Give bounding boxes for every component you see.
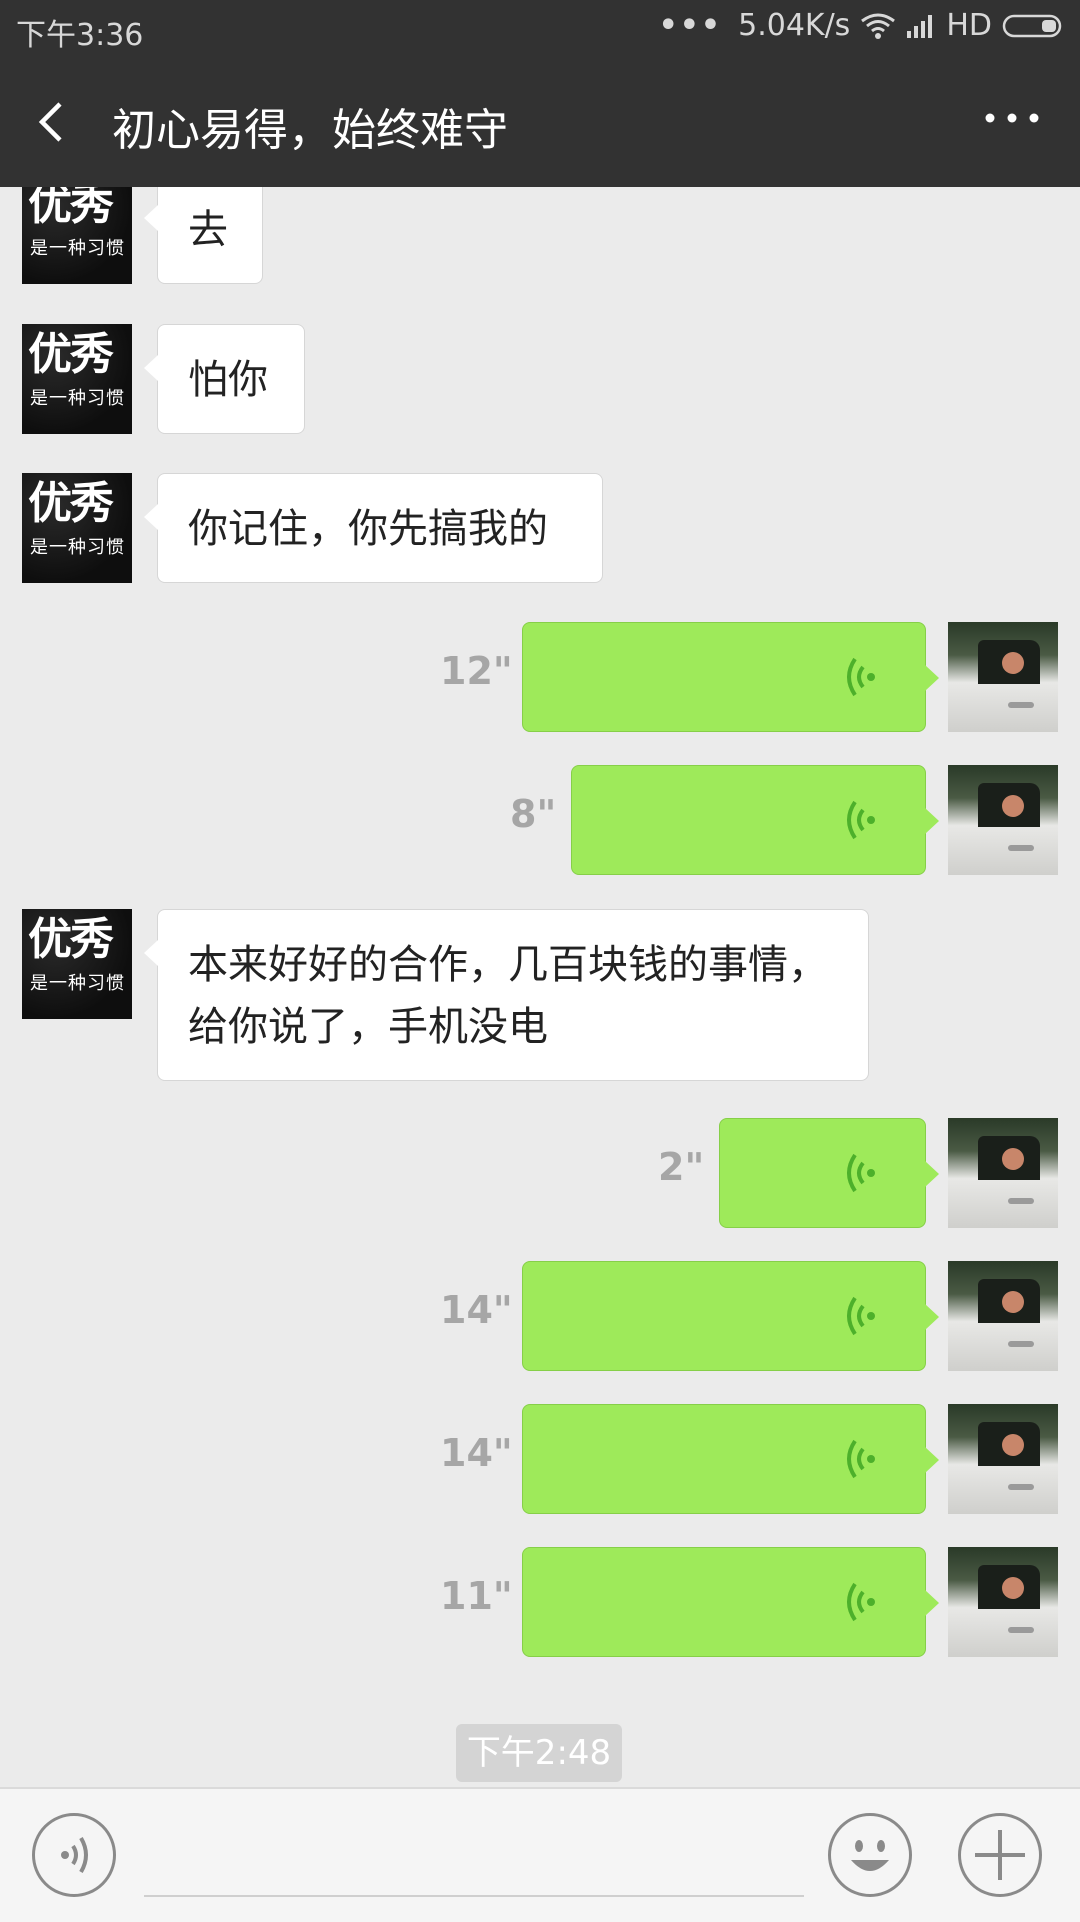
avatar-door-handle: [1008, 845, 1034, 851]
message-list[interactable]: 优秀 是一种习惯 去 优秀 是一种习惯 怕你 优秀 是一种习惯 你记住，你先搞我…: [0, 187, 1080, 1787]
voice-message[interactable]: [522, 622, 939, 732]
status-right: ••• 5.04K/s HD: [659, 8, 1066, 43]
received-message[interactable]: 你记住，你先搞我的: [144, 473, 603, 583]
voice-message[interactable]: [719, 1118, 939, 1228]
avatar-door-handle: [1008, 1627, 1034, 1633]
contact-avatar[interactable]: 优秀 是一种习惯: [22, 473, 132, 583]
contact-avatar[interactable]: 优秀 是一种习惯: [22, 187, 132, 284]
voice-duration: 14": [440, 1288, 513, 1332]
received-message[interactable]: 去: [144, 187, 263, 284]
emoji-icon: [851, 1840, 889, 1871]
avatar-text-sub: 是一种习惯: [30, 537, 125, 558]
avatar-text-main: 优秀: [28, 478, 114, 529]
network-type: HD: [946, 8, 992, 43]
avatar-person: [1002, 795, 1024, 817]
signal-icon: [907, 14, 933, 38]
input-underline: [144, 1895, 804, 1897]
avatar-text-main: 优秀: [28, 914, 114, 965]
voice-wave-icon: [847, 1439, 875, 1479]
received-message[interactable]: 怕你: [144, 324, 305, 434]
user-avatar[interactable]: [948, 1547, 1058, 1657]
user-avatar[interactable]: [948, 765, 1058, 875]
user-avatar[interactable]: [948, 622, 1058, 732]
avatar-door-handle: [1008, 702, 1034, 708]
plus-icon: [975, 1830, 1025, 1880]
voice-wave-icon: [847, 800, 875, 840]
avatar-person: [1002, 1577, 1024, 1599]
message-timestamp: 下午2:48: [456, 1724, 622, 1782]
voice-duration: 14": [440, 1431, 513, 1475]
emoji-button[interactable]: [828, 1813, 912, 1897]
avatar-door-handle: [1008, 1484, 1034, 1490]
voice-message[interactable]: [522, 1404, 939, 1514]
avatar-text-sub: 是一种习惯: [30, 388, 125, 409]
chat-header: 初心易得，始终难守: [0, 56, 1080, 187]
voice-input-button[interactable]: [32, 1813, 116, 1897]
user-avatar[interactable]: [948, 1118, 1058, 1228]
voice-duration: 12": [440, 649, 513, 693]
avatar-person: [1002, 652, 1024, 674]
user-avatar[interactable]: [948, 1261, 1058, 1371]
received-message[interactable]: 本来好好的合作，几百块钱的事情，给你说了，手机没电: [144, 909, 869, 1081]
voice-wave-icon: [847, 657, 875, 697]
input-bar: [0, 1787, 1080, 1922]
back-arrow-icon[interactable]: [28, 94, 78, 150]
status-time: 下午3:36: [16, 18, 144, 53]
voice-duration: 8": [510, 792, 557, 836]
status-bar: 下午3:36 ••• 5.04K/s HD: [0, 0, 1080, 56]
voice-duration: 2": [658, 1145, 705, 1189]
avatar-text-main: 优秀: [28, 329, 114, 380]
avatar-person: [1002, 1148, 1024, 1170]
message-text: 本来好好的合作，几百块钱的事情，给你说了，手机没电: [188, 942, 828, 1050]
avatar-door-handle: [1008, 1341, 1034, 1347]
avatar-door-handle: [1008, 1198, 1034, 1204]
network-speed: 5.04K/s: [738, 8, 851, 43]
user-avatar[interactable]: [948, 1404, 1058, 1514]
voice-wave-icon: [847, 1582, 875, 1622]
voice-input-icon: [61, 1836, 88, 1874]
contact-avatar[interactable]: 优秀 是一种习惯: [22, 909, 132, 1019]
avatar-person: [1002, 1291, 1024, 1313]
avatar-text-sub: 是一种习惯: [30, 973, 125, 994]
voice-duration: 11": [440, 1574, 513, 1618]
voice-wave-icon: [847, 1153, 875, 1193]
avatar-person: [1002, 1434, 1024, 1456]
battery-icon: [1002, 14, 1062, 37]
message-input[interactable]: [144, 1819, 808, 1893]
voice-message[interactable]: [522, 1261, 939, 1371]
contact-avatar[interactable]: 优秀 是一种习惯: [22, 324, 132, 434]
wifi-icon: [861, 13, 896, 39]
chat-title: 初心易得，始终难守: [112, 105, 508, 156]
more-actions-button[interactable]: [958, 1813, 1042, 1897]
voice-wave-icon: [847, 1296, 875, 1336]
message-text: 怕你: [188, 357, 268, 403]
avatar-text-sub: 是一种习惯: [30, 238, 125, 259]
avatar-text-main: 优秀: [28, 187, 114, 230]
message-text: 去: [188, 207, 228, 253]
voice-message[interactable]: [522, 1547, 939, 1657]
more-dots-icon[interactable]: [982, 106, 1042, 130]
signal-dots: •••: [658, 8, 723, 43]
voice-message[interactable]: [571, 765, 939, 875]
message-text: 你记住，你先搞我的: [188, 506, 548, 552]
